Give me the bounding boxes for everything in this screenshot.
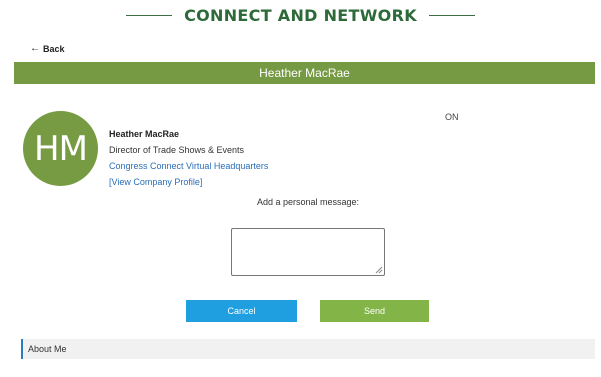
profile-job-title: Director of Trade Shows & Events <box>109 145 245 155</box>
back-label: Back <box>43 44 65 54</box>
about-me-section[interactable]: About Me <box>21 339 595 359</box>
back-link[interactable]: ← Back <box>30 43 65 55</box>
about-me-label: About Me <box>28 344 67 354</box>
arrow-left-icon: ← <box>30 43 40 54</box>
profile-name: Heather MacRae <box>109 129 180 139</box>
header-rule-left <box>126 14 173 16</box>
message-label: Add a personal message: <box>256 197 360 207</box>
cancel-button[interactable]: Cancel <box>186 300 297 322</box>
avatar: HM <box>23 111 98 186</box>
profile-info: Heather MacRae Director of Trade Shows &… <box>109 126 268 190</box>
header-rule-right <box>428 14 475 16</box>
personal-message-input[interactable] <box>231 228 385 276</box>
view-company-profile-link[interactable]: [View Company Profile] <box>109 174 268 190</box>
page-title: CONNECT AND NETWORK <box>184 5 417 25</box>
page-header: CONNECT AND NETWORK <box>0 3 601 27</box>
status-indicator: ON <box>445 112 459 122</box>
send-button[interactable]: Send <box>320 300 429 322</box>
profile-bar-name: Heather MacRae <box>259 66 350 80</box>
company-link[interactable]: Congress Connect Virtual Headquarters <box>109 158 268 174</box>
profile-name-bar: Heather MacRae <box>14 62 595 84</box>
